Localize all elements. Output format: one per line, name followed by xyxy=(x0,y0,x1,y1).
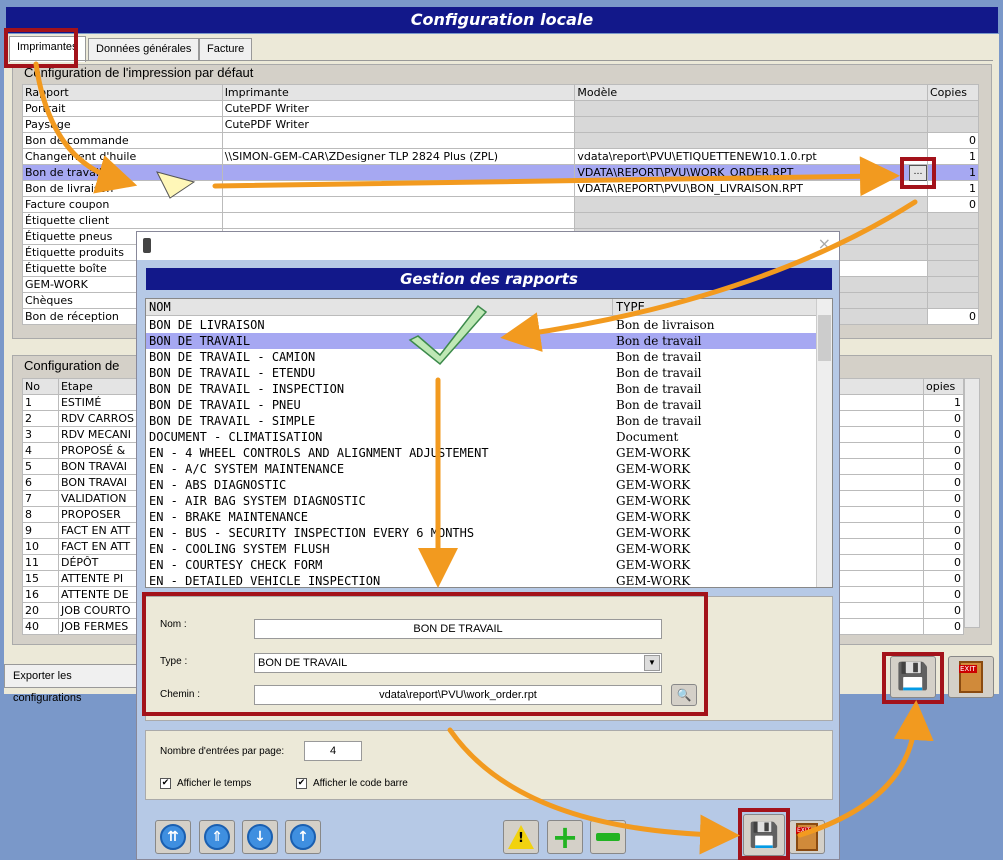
pointer-icon xyxy=(156,171,196,199)
annotation-arrows xyxy=(33,61,934,855)
checkmark-icon xyxy=(408,304,488,366)
